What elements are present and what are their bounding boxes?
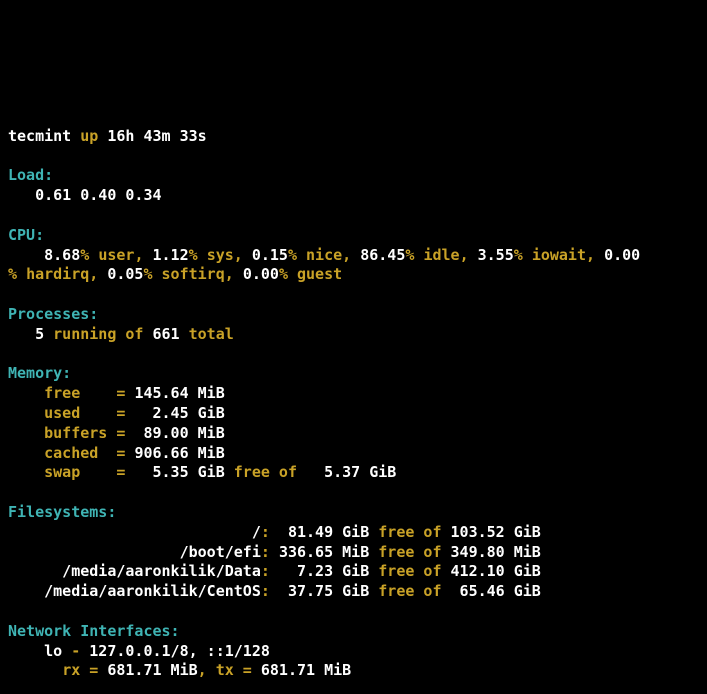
- proc-total-label: total: [189, 325, 234, 343]
- fs-free-of-label: free of: [378, 543, 441, 561]
- cpu-idle-val: 86.45: [360, 246, 405, 264]
- mem-cached-label: cached: [44, 444, 107, 462]
- net-iface-addrs: 127.0.0.1/8, ::1/128: [89, 642, 270, 660]
- cpu-sys-val: 1.12: [153, 246, 189, 264]
- fs-total: 349.80 MiB: [451, 543, 541, 561]
- cpu-softirq-val: 0.05: [107, 265, 143, 283]
- fs-free: 81.49 GiB: [279, 523, 369, 541]
- fs-total: 65.46 GiB: [451, 582, 541, 600]
- net-rx-label: rx: [62, 661, 80, 679]
- mem-swap-label: swap: [44, 463, 107, 481]
- cpu-softirq-lbl: softirq: [162, 265, 225, 283]
- mem-buffers-value: 89.00 MiB: [134, 424, 224, 442]
- fs-free-of-label: free of: [378, 523, 441, 541]
- cpu-user-lbl: user: [98, 246, 134, 264]
- cpu-nice-lbl: nice: [306, 246, 342, 264]
- up-label: up: [80, 127, 98, 145]
- mem-swap-total: 5.37 GiB: [306, 463, 396, 481]
- fs-mount: /boot/efi: [44, 543, 261, 561]
- mem-swap-of-label: free of: [234, 463, 297, 481]
- fs-total: 103.52 GiB: [451, 523, 541, 541]
- hostname: tecmint: [8, 127, 71, 145]
- fs-free: 37.75 GiB: [279, 582, 369, 600]
- fs-free: 336.65 MiB: [279, 543, 369, 561]
- section-load: Load:: [8, 166, 53, 184]
- cpu-guest-val: 0.00: [243, 265, 279, 283]
- mem-used-label: used: [44, 404, 107, 422]
- fs-mount: /media/aaronkilik/CentOS: [44, 582, 261, 600]
- section-cpu: CPU:: [8, 226, 44, 244]
- cpu-idle-lbl: idle: [423, 246, 459, 264]
- cpu-iowait-val: 3.55: [478, 246, 514, 264]
- net-iface-name: lo: [44, 642, 62, 660]
- fs-free-of-label: free of: [378, 582, 441, 600]
- mem-used-value: 2.45 GiB: [134, 404, 224, 422]
- cpu-sys-lbl: sys: [207, 246, 234, 264]
- fs-free-of-label: free of: [378, 562, 441, 580]
- section-filesystems: Filesystems:: [8, 503, 116, 521]
- terminal-output: tecmint up 16h 43m 33s Load: 0.61 0.40 0…: [8, 87, 707, 694]
- cpu-iowait-lbl: iowait: [532, 246, 586, 264]
- cpu-hardirq-lbl: hardirq: [26, 265, 89, 283]
- net-rx-value: 681.71 MiB: [107, 661, 197, 679]
- mem-buffers-label: buffers: [44, 424, 107, 442]
- mem-swap-free: 5.35 GiB: [134, 463, 224, 481]
- proc-total-count: 661: [153, 325, 180, 343]
- cpu-nice-val: 0.15: [252, 246, 288, 264]
- mem-free-label: free: [44, 384, 107, 402]
- fs-mount: /: [44, 523, 261, 541]
- mem-free-value: 145.64 MiB: [134, 384, 224, 402]
- load-values: 0.61 0.40 0.34: [35, 186, 161, 204]
- section-processes: Processes:: [8, 305, 98, 323]
- cpu-user-val: 8.68: [44, 246, 80, 264]
- proc-running-label: running of: [53, 325, 143, 343]
- section-network: Network Interfaces:: [8, 622, 180, 640]
- fs-mount: /media/aaronkilik/Data: [44, 562, 261, 580]
- net-tx-label: tx: [216, 661, 234, 679]
- net-tx-value: 681.71 MiB: [261, 661, 351, 679]
- cpu-guest-lbl: guest: [297, 265, 342, 283]
- fs-free: 7.23 GiB: [279, 562, 369, 580]
- cpu-trailing-val: 0.00: [604, 246, 640, 264]
- uptime: 16h 43m 33s: [107, 127, 206, 145]
- section-memory: Memory:: [8, 364, 71, 382]
- fs-total: 412.10 GiB: [451, 562, 541, 580]
- mem-cached-value: 906.66 MiB: [134, 444, 224, 462]
- proc-running-count: 5: [35, 325, 44, 343]
